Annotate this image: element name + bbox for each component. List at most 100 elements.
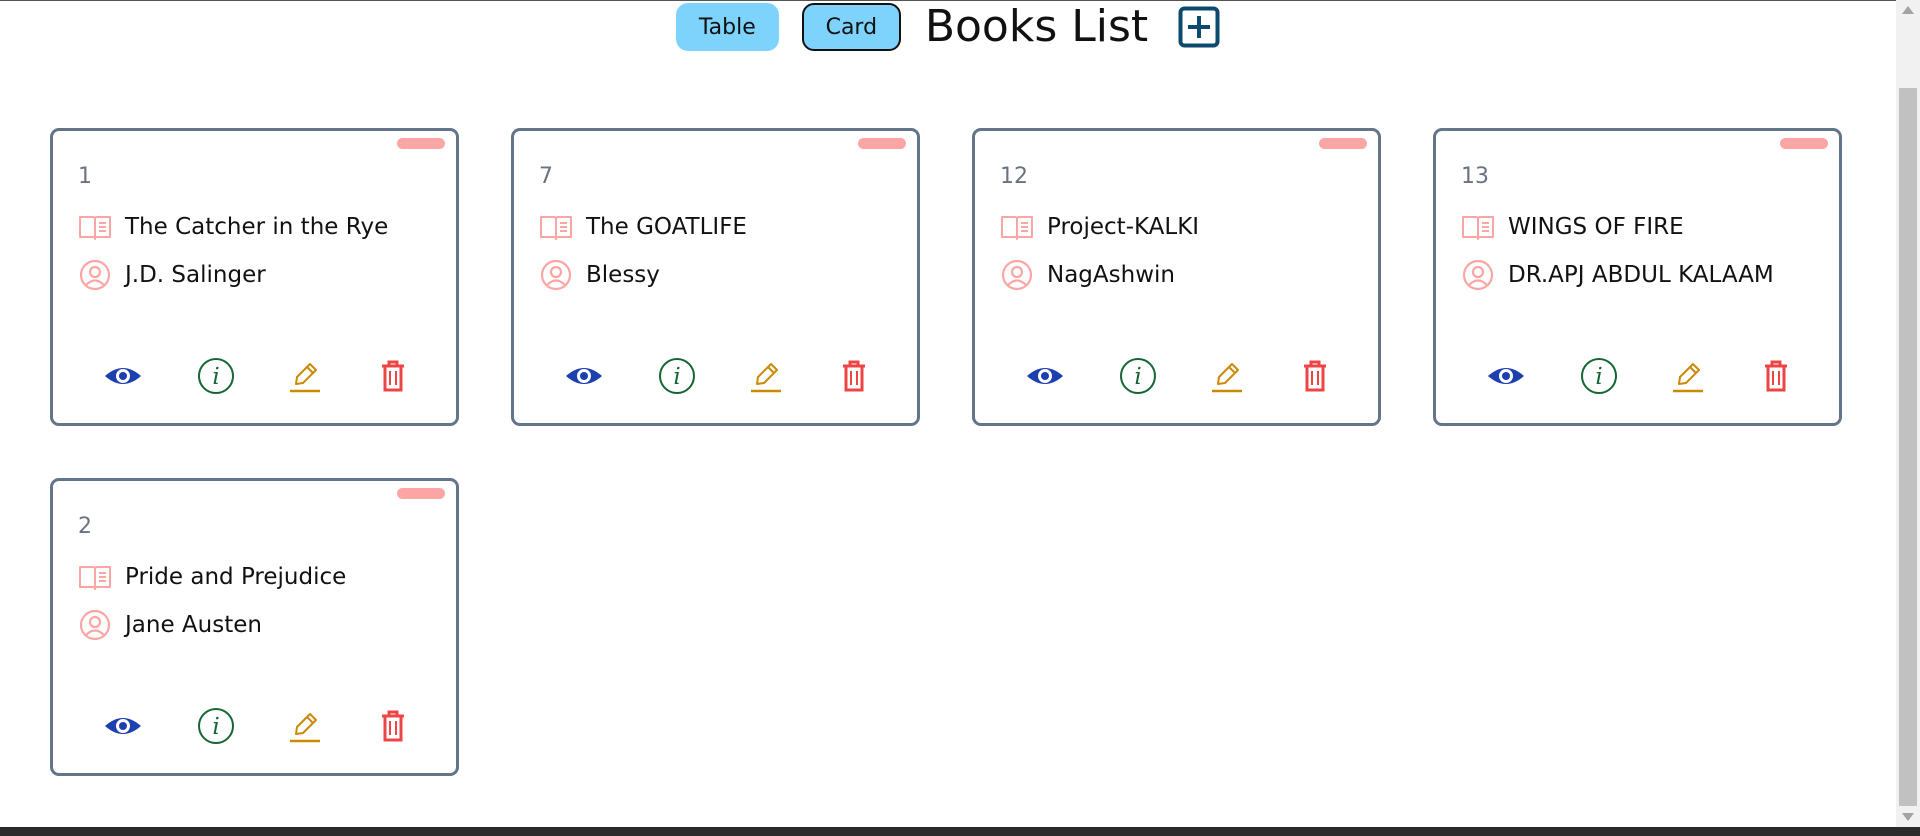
delete-button[interactable] bbox=[1756, 356, 1796, 396]
eye-icon bbox=[1488, 368, 1524, 384]
book-author: NagAshwin bbox=[1047, 262, 1175, 288]
view-button[interactable] bbox=[1486, 356, 1526, 396]
info-button[interactable]: i bbox=[1118, 356, 1158, 396]
info-button[interactable]: i bbox=[1579, 356, 1619, 396]
book-author: DR.APJ ABDUL KALAAM bbox=[1508, 262, 1774, 288]
scroll-thumb[interactable] bbox=[1899, 88, 1917, 806]
header: Table Card Books List bbox=[0, 2, 1896, 52]
status-badge bbox=[1319, 138, 1367, 149]
pencil-icon bbox=[1212, 363, 1242, 393]
card-actions: i bbox=[53, 356, 456, 396]
book-id: 7 bbox=[539, 164, 553, 189]
card-actions: i bbox=[514, 356, 917, 396]
edit-button[interactable] bbox=[285, 356, 325, 396]
card-view-button[interactable]: Card bbox=[801, 3, 901, 51]
book-title-row: WINGS OF FIRE bbox=[1461, 210, 1684, 244]
status-badge bbox=[858, 138, 906, 149]
book-id: 2 bbox=[78, 514, 92, 539]
scroll-down-arrow[interactable] bbox=[1902, 813, 1914, 821]
book-card: 13 WINGS OF FIRE DR.APJ ABDUL KALAAM i bbox=[1433, 128, 1842, 426]
svg-text:i: i bbox=[212, 714, 219, 740]
book-author-row: J.D. Salinger bbox=[78, 258, 266, 292]
book-author-row: DR.APJ ABDUL KALAAM bbox=[1461, 258, 1774, 292]
svg-text:i: i bbox=[212, 364, 219, 390]
book-id: 13 bbox=[1461, 164, 1489, 189]
book-title: The Catcher in the Rye bbox=[125, 214, 389, 240]
info-button[interactable]: i bbox=[657, 356, 697, 396]
info-circle-icon: i bbox=[659, 358, 695, 394]
view-button[interactable] bbox=[103, 356, 143, 396]
add-book-button[interactable] bbox=[1178, 6, 1220, 48]
vertical-scrollbar[interactable] bbox=[1896, 0, 1920, 827]
scroll-up-arrow[interactable] bbox=[1902, 6, 1914, 14]
user-circle-icon bbox=[1000, 258, 1034, 292]
book-open-icon bbox=[1461, 210, 1495, 244]
status-badge bbox=[397, 138, 445, 149]
status-badge bbox=[397, 488, 445, 499]
user-circle-icon bbox=[1461, 258, 1495, 292]
book-open-icon bbox=[78, 210, 112, 244]
book-open-icon bbox=[1000, 210, 1034, 244]
eye-icon bbox=[566, 368, 602, 384]
card-actions: i bbox=[1436, 356, 1839, 396]
pencil-icon bbox=[751, 363, 781, 393]
eye-icon bbox=[105, 368, 141, 384]
svg-text:i: i bbox=[1134, 364, 1141, 390]
pencil-icon bbox=[1673, 363, 1703, 393]
card-actions: i bbox=[975, 356, 1378, 396]
info-button[interactable]: i bbox=[196, 706, 236, 746]
user-circle-icon bbox=[78, 258, 112, 292]
book-title-row: Pride and Prejudice bbox=[78, 560, 346, 594]
book-open-icon bbox=[539, 210, 573, 244]
view-button[interactable] bbox=[103, 706, 143, 746]
book-author: Blessy bbox=[586, 262, 660, 288]
book-author-row: NagAshwin bbox=[1000, 258, 1175, 292]
svg-text:i: i bbox=[1595, 364, 1602, 390]
book-id: 1 bbox=[78, 164, 92, 189]
pencil-icon bbox=[290, 713, 320, 743]
taskbar-edge bbox=[0, 827, 1920, 836]
table-view-button[interactable]: Table bbox=[675, 3, 779, 51]
book-title: WINGS OF FIRE bbox=[1508, 214, 1684, 240]
delete-button[interactable] bbox=[373, 706, 413, 746]
delete-button[interactable] bbox=[834, 356, 874, 396]
info-button[interactable]: i bbox=[196, 356, 236, 396]
book-card: 12 Project-KALKI NagAshwin i bbox=[972, 128, 1381, 426]
view-button[interactable] bbox=[564, 356, 604, 396]
edit-button[interactable] bbox=[285, 706, 325, 746]
info-circle-icon: i bbox=[1120, 358, 1156, 394]
trash-icon bbox=[843, 360, 865, 392]
book-card: 1 The Catcher in the Rye J.D. Salinger i bbox=[50, 128, 459, 426]
status-badge bbox=[1780, 138, 1828, 149]
eye-icon bbox=[1027, 368, 1063, 384]
info-circle-icon: i bbox=[198, 708, 234, 744]
info-circle-icon: i bbox=[198, 358, 234, 394]
user-circle-icon bbox=[539, 258, 573, 292]
trash-icon bbox=[382, 710, 404, 742]
card-actions: i bbox=[53, 706, 456, 746]
eye-icon bbox=[105, 718, 141, 734]
edit-button[interactable] bbox=[746, 356, 786, 396]
book-author: J.D. Salinger bbox=[125, 262, 266, 288]
edit-button[interactable] bbox=[1668, 356, 1708, 396]
user-circle-icon bbox=[78, 608, 112, 642]
book-id: 12 bbox=[1000, 164, 1028, 189]
view-button[interactable] bbox=[1025, 356, 1065, 396]
book-title-row: Project-KALKI bbox=[1000, 210, 1199, 244]
trash-icon bbox=[1765, 360, 1787, 392]
edit-button[interactable] bbox=[1207, 356, 1247, 396]
page-title: Books List bbox=[924, 1, 1149, 52]
delete-button[interactable] bbox=[373, 356, 413, 396]
book-title: The GOATLIFE bbox=[586, 214, 747, 240]
info-circle-icon: i bbox=[1581, 358, 1617, 394]
book-title: Pride and Prejudice bbox=[125, 564, 347, 590]
book-title-row: The GOATLIFE bbox=[539, 210, 747, 244]
delete-button[interactable] bbox=[1295, 356, 1335, 396]
book-card: 7 The GOATLIFE Blessy i bbox=[511, 128, 920, 426]
book-open-icon bbox=[78, 560, 112, 594]
trash-icon bbox=[382, 360, 404, 392]
book-title: Project-KALKI bbox=[1047, 214, 1200, 240]
plus-square-icon bbox=[1178, 6, 1220, 48]
book-title-row: The Catcher in the Rye bbox=[78, 210, 388, 244]
book-author: Jane Austen bbox=[125, 612, 262, 638]
